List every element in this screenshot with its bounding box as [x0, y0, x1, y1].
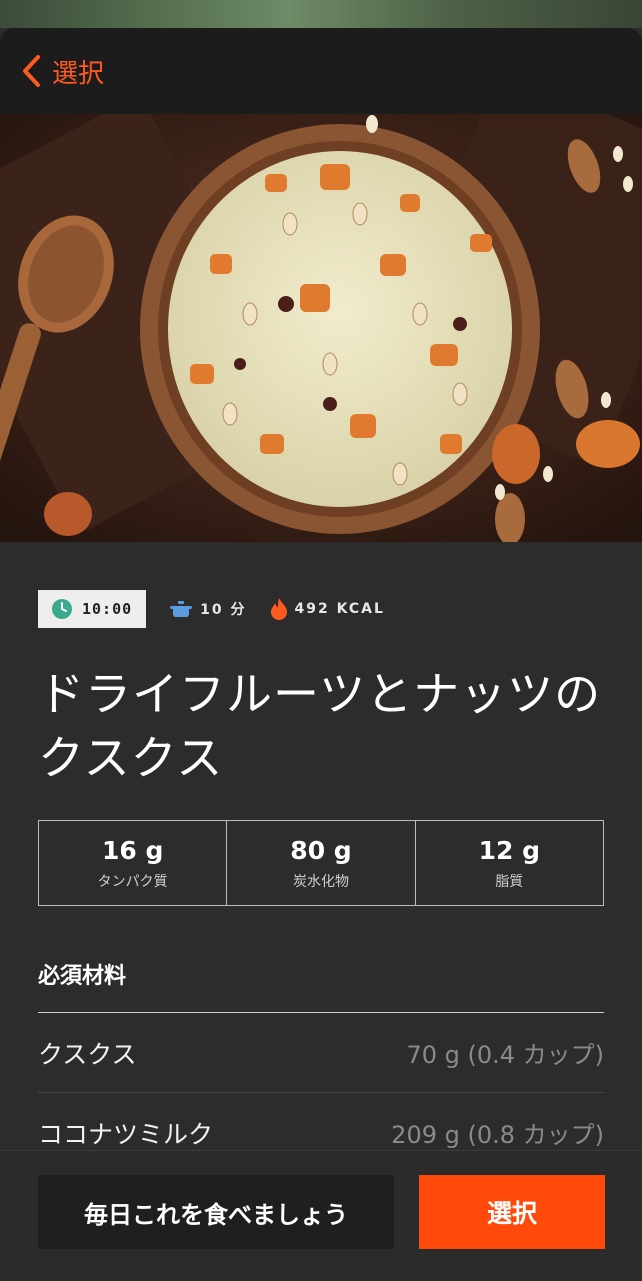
- cook-time-value: 10 分: [200, 602, 247, 618]
- ingredient-name: ココナツミルク: [38, 1119, 214, 1149]
- macro-value: 16 g: [101, 835, 164, 865]
- back-label: 選択: [52, 58, 105, 89]
- pot-icon: [170, 601, 193, 617]
- eat-daily-button[interactable]: 毎日これを食べましょう: [38, 1175, 394, 1249]
- couscous-bowl-image: [0, 114, 642, 542]
- flame-icon: [270, 598, 287, 620]
- chevron-left-icon: [23, 55, 40, 87]
- background-photo-strip: [0, 0, 642, 28]
- cook-time: 10 分: [170, 599, 246, 619]
- macro-value: 80 g: [290, 835, 352, 865]
- macro-carbs: 80 g 炭水化物: [226, 821, 414, 905]
- back-button[interactable]: 選択: [20, 53, 104, 90]
- clock-icon: [52, 599, 72, 619]
- macro-label: タンパク質: [97, 873, 168, 890]
- ingredients-heading: 必須材料: [38, 958, 604, 1013]
- navigation-bar: 選択: [0, 28, 642, 114]
- calories-value: 492 KCAL: [294, 601, 385, 617]
- ingredient-quantity: 70 g (0.4 カップ): [406, 1041, 604, 1069]
- recipe-photo: [0, 114, 642, 542]
- macro-label: 脂質: [495, 873, 524, 890]
- recipe-meta-row: 10:00 10 分 492 KCAL: [38, 590, 604, 628]
- recipe-title: ドライフルーツとナッツのクスクス: [38, 667, 602, 785]
- macro-value: 12 g: [478, 835, 541, 865]
- macros-table: 16 g タンパク質 80 g 炭水化物 12 g 脂質: [38, 820, 604, 906]
- calories: 492 KCAL: [270, 598, 385, 620]
- bottom-action-bar: 毎日これを食べましょう 選択: [0, 1150, 642, 1281]
- select-button[interactable]: 選択: [419, 1175, 605, 1249]
- recipe-details: 10:00 10 分 492 KCAL ドライフルーツとナッツのクスクス 16 …: [38, 590, 604, 1173]
- macro-fat: 12 g 脂質: [414, 821, 603, 905]
- time-chip: 10:00: [38, 590, 147, 628]
- ingredient-quantity: 209 g (0.8 カップ): [391, 1121, 604, 1149]
- macro-protein: 16 g タンパク質: [39, 821, 226, 905]
- ingredient-row[interactable]: クスクス 70 g (0.4 カップ): [38, 1013, 604, 1093]
- time-value: 10:00: [82, 600, 133, 618]
- macro-label: 炭水化物: [292, 873, 349, 890]
- ingredient-name: クスクス: [38, 1039, 137, 1069]
